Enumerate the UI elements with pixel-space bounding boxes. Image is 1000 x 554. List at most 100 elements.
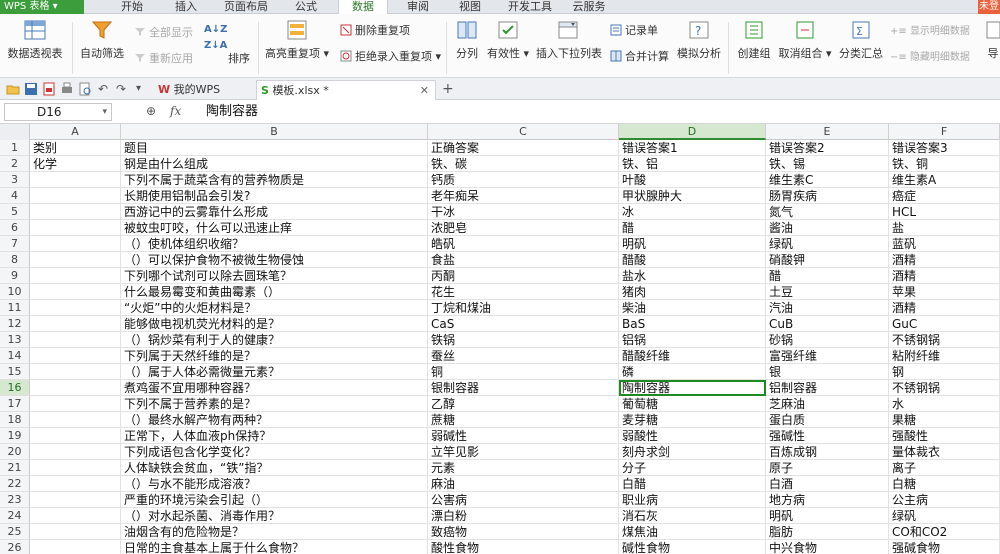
grid-cell[interactable]: 原子 [766, 460, 889, 476]
grid-cell[interactable]: 人体缺铁会贫血，“铁”指？ [121, 460, 428, 476]
column-header-b[interactable]: B [121, 124, 428, 140]
grid-cell[interactable] [30, 220, 121, 236]
grid-cell[interactable]: CO和CO2 [889, 524, 1000, 540]
row-header[interactable]: 21 [0, 460, 30, 476]
grid-cell[interactable]: 严重的环境污染会引起（） [121, 492, 428, 508]
grid-cell[interactable]: 离子 [889, 460, 1000, 476]
grid-cell[interactable]: 地方病 [766, 492, 889, 508]
row-header[interactable]: 14 [0, 348, 30, 364]
row-header[interactable]: 12 [0, 316, 30, 332]
row-header[interactable]: 3 [0, 172, 30, 188]
grid-cell[interactable]: 强碱食物 [889, 540, 1000, 554]
grid-cell[interactable]: CaS [428, 316, 619, 332]
grid-cell[interactable] [30, 268, 121, 284]
grid-cell[interactable]: 长期使用铝制品会引发? [121, 188, 428, 204]
grid-cell[interactable] [30, 492, 121, 508]
grid-cell[interactable] [30, 396, 121, 412]
grid-cell[interactable]: 铁锅 [428, 332, 619, 348]
grid-cell[interactable]: 银制容器 [428, 380, 619, 396]
grid-cell[interactable] [30, 444, 121, 460]
grid-cell[interactable]: 汽油 [766, 300, 889, 316]
grid-cell[interactable]: 粘附纤维 [889, 348, 1000, 364]
grid-cell[interactable]: 铁、铜 [889, 156, 1000, 172]
zoom-icon[interactable]: ⊕ [146, 104, 156, 118]
grid-cell[interactable]: 绿矾 [889, 508, 1000, 524]
tab-insert[interactable]: 插入 [166, 0, 206, 14]
grid-cell[interactable]: 铜 [428, 364, 619, 380]
grid-cell[interactable]: 麦芽糖 [619, 412, 766, 428]
grid-cell[interactable]: 错误答案1 [619, 140, 766, 156]
grid-cell[interactable]: 量体裁衣 [889, 444, 1000, 460]
grid-cell[interactable]: 强碱性 [766, 428, 889, 444]
grid-cell[interactable]: 脂肪 [766, 524, 889, 540]
row-header[interactable]: 15 [0, 364, 30, 380]
show-all-button[interactable]: 全部显示 [134, 24, 193, 40]
reapply-button[interactable]: 重新应用 [134, 50, 193, 66]
grid-cell[interactable]: （）锅炒菜有利于人的健康？ [121, 332, 428, 348]
grid-cell[interactable]: 绿矾 [766, 236, 889, 252]
grid-cell[interactable] [30, 428, 121, 444]
grid-cell[interactable] [30, 332, 121, 348]
grid-cell[interactable]: 铁、锡 [766, 156, 889, 172]
grid-cell[interactable]: 西游记中的云雾靠什么形成 [121, 204, 428, 220]
grid-cell[interactable]: 下列不属于营养素的是？ [121, 396, 428, 412]
grid-cell[interactable]: 明矾 [619, 236, 766, 252]
tab-review[interactable]: 审阅 [398, 0, 438, 14]
tab-formula[interactable]: 公式 [286, 0, 326, 14]
grid-cell[interactable] [30, 412, 121, 428]
row-header[interactable]: 1 [0, 140, 30, 156]
grid-cell[interactable]: 食盐 [428, 252, 619, 268]
record-form-button[interactable]: 记录单 [610, 22, 658, 38]
grid-cell[interactable]: 猪肉 [619, 284, 766, 300]
row-header[interactable]: 8 [0, 252, 30, 268]
grid-cell[interactable]: 煤焦油 [619, 524, 766, 540]
grid-cell[interactable]: 日常的主食基本上属于什么食物？ [121, 540, 428, 554]
open-folder-icon[interactable] [6, 82, 20, 96]
sort-asc-button[interactable]: A↓Z [204, 24, 227, 35]
pivot-table-button[interactable]: 数据透视表 [6, 18, 64, 61]
grid-cell[interactable]: 错误答案2 [766, 140, 889, 156]
grid-cell[interactable]: （）使机体组织收缩？ [121, 236, 428, 252]
row-header[interactable]: 10 [0, 284, 30, 300]
tab-template-xlsx[interactable]: S 模板.xlsx * ✕ [256, 80, 436, 100]
row-header[interactable]: 2 [0, 156, 30, 172]
grid-cell[interactable]: 类别 [30, 140, 121, 156]
grid-cell[interactable]: 蔗糖 [428, 412, 619, 428]
grid-cell[interactable]: 公主病 [889, 492, 1000, 508]
grid-cell[interactable]: 果糖 [889, 412, 1000, 428]
grid-cell[interactable]: “火炬”中的火炬材料是？ [121, 300, 428, 316]
grid-cell[interactable]: 白酒 [766, 476, 889, 492]
grid-cell[interactable]: 干冰 [428, 204, 619, 220]
grid-cell[interactable]: 钢 [889, 364, 1000, 380]
subtotal-button[interactable]: Σ 分类汇总 [838, 18, 884, 61]
grid-cell[interactable]: 碱性食物 [619, 540, 766, 554]
row-header[interactable]: 6 [0, 220, 30, 236]
grid-cell[interactable]: 酒精 [889, 252, 1000, 268]
column-header-f[interactable]: F [889, 124, 1000, 140]
grid-cell[interactable]: （）对水起杀菌、消毒作用？ [121, 508, 428, 524]
name-box[interactable]: D16 ▾ [4, 103, 112, 121]
grid-cell[interactable]: 元素 [428, 460, 619, 476]
row-header[interactable]: 5 [0, 204, 30, 220]
import-button[interactable]: 导 [986, 18, 1000, 61]
app-menu-button[interactable]: WPS 表格 ▾ [0, 0, 84, 14]
grid-cell[interactable]: 不锈钢锅 [889, 380, 1000, 396]
grid-cell[interactable]: 弱酸性 [619, 428, 766, 444]
column-header-d[interactable]: D [619, 124, 766, 140]
grid-cell[interactable] [30, 172, 121, 188]
grid-cell[interactable]: 醋酸纤维 [619, 348, 766, 364]
split-column-button[interactable]: 分列 [452, 18, 482, 61]
grid-cell[interactable] [30, 364, 121, 380]
grid-cell[interactable]: 砂锅 [766, 332, 889, 348]
grid-cell[interactable]: 水 [889, 396, 1000, 412]
grid-cell[interactable]: 铝制容器 [766, 380, 889, 396]
highlight-duplicates-button[interactable]: 高亮重复项 ▾ [264, 18, 330, 61]
row-header[interactable]: 11 [0, 300, 30, 316]
grid-cell[interactable]: 不锈钢锅 [889, 332, 1000, 348]
grid-cell[interactable] [30, 300, 121, 316]
grid-cell[interactable]: 弱碱性 [428, 428, 619, 444]
grid-cell[interactable] [30, 236, 121, 252]
grid-cell[interactable]: 花生 [428, 284, 619, 300]
grid-cell[interactable]: 皓矾 [428, 236, 619, 252]
grid-cell[interactable]: 丁烷和煤油 [428, 300, 619, 316]
